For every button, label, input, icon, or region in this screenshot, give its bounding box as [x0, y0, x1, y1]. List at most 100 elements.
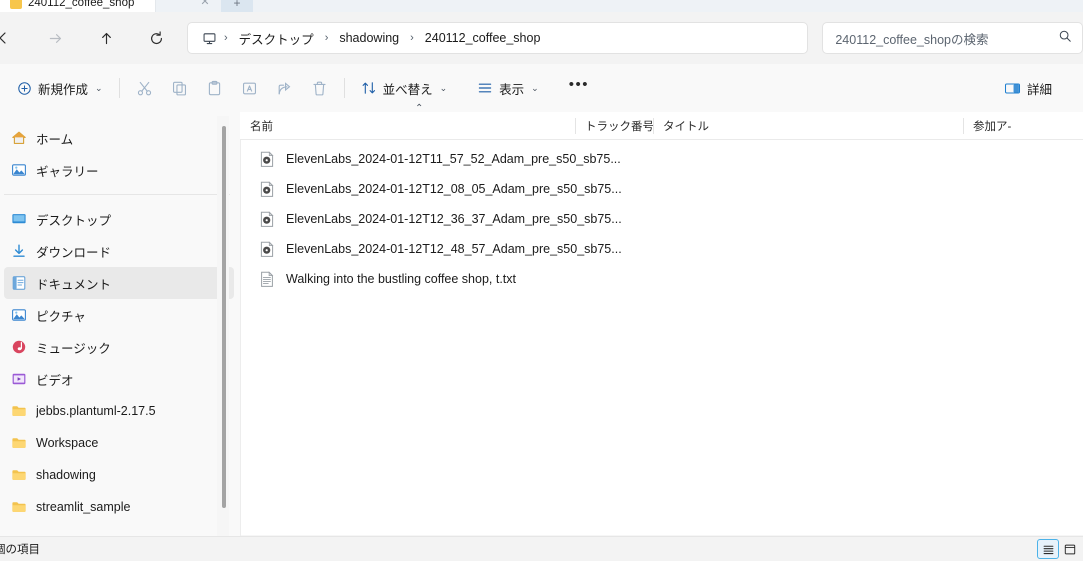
audio-file-icon: [258, 180, 276, 198]
sidebar-item-desktop[interactable]: デスクトップ: [4, 203, 234, 235]
divider: [118, 78, 120, 98]
item-count-label: 個の項目: [0, 544, 40, 556]
column-header-label: トラック番号: [585, 121, 654, 133]
scissors-icon: [136, 80, 153, 97]
sidebar-divider: [4, 194, 230, 195]
audio-file-icon: [258, 150, 276, 168]
refresh-button[interactable]: [139, 22, 173, 54]
breadcrumb-separator: ›: [324, 32, 329, 44]
audio-file-icon: [258, 240, 276, 258]
sidebar-item-label: ダウンロード: [36, 245, 112, 260]
table-row[interactable]: ElevenLabs_2024-01-12T12_36_37_Adam_pre_…: [246, 204, 1077, 234]
details-pane-label: 詳細: [1026, 82, 1052, 97]
details-view-button[interactable]: [1037, 539, 1059, 559]
more-options-button[interactable]: •••: [560, 72, 598, 104]
file-list-pane: 名前 ⌃ トラック番号 タイトル 参加ア- ElevenLabs_2024-01…: [240, 103, 1083, 561]
column-header-label: タイトル: [663, 121, 709, 133]
sidebar-item-workspace[interactable]: Workspace: [4, 427, 234, 459]
sidebar-item-label: デスクトップ: [36, 213, 112, 228]
column-header-contributing-artists[interactable]: 参加ア-: [963, 113, 1083, 139]
column-header-label: 名前: [250, 121, 273, 133]
sidebar-scrollbar-thumb[interactable]: [222, 126, 226, 508]
status-bar: 個の項目: [0, 536, 1083, 561]
gallery-icon: [10, 162, 27, 179]
view-button[interactable]: 表示 ⌄: [468, 72, 548, 104]
file-name: Walking into the bustling coffee shop, t…: [286, 272, 516, 286]
view-list-icon: [477, 80, 493, 96]
details-pane-button[interactable]: 詳細: [995, 72, 1061, 104]
audio-file-icon: [258, 210, 276, 228]
chevron-down-icon: ⌄: [439, 82, 448, 93]
table-row[interactable]: ElevenLabs_2024-01-12T12_48_57_Adam_pre_…: [246, 234, 1077, 264]
sidebar-item-pictures[interactable]: ピクチャ: [4, 299, 234, 331]
file-name: ElevenLabs_2024-01-12T11_57_52_Adam_pre_…: [286, 152, 621, 166]
column-header-title[interactable]: タイトル: [653, 113, 963, 139]
table-row[interactable]: ElevenLabs_2024-01-12T11_57_52_Adam_pre_…: [246, 144, 1077, 174]
details-pane-icon: [1004, 80, 1021, 97]
cut-button[interactable]: [127, 72, 162, 104]
sidebar-item-label: ギャラリー: [36, 164, 99, 179]
table-row[interactable]: Walking into the bustling coffee shop, t…: [246, 264, 1077, 294]
close-tab-icon[interactable]: ✕: [196, 0, 214, 10]
sidebar-item-documents[interactable]: ドキュメント: [4, 267, 234, 299]
desktop-icon: [10, 211, 27, 228]
sidebar-item-label: shadowing: [36, 468, 96, 482]
navigation-pane: ホーム ギャラリー デスクトップ ダウンロード ドキュメント ピクチャ ミュージ…: [0, 112, 240, 561]
file-name: ElevenLabs_2024-01-12T12_36_37_Adam_pre_…: [286, 212, 622, 226]
delete-button[interactable]: [302, 72, 337, 104]
sort-ascending-icon: ⌃: [415, 103, 424, 114]
sidebar-item-label: streamlit_sample: [36, 500, 131, 514]
sidebar-item-label: ビデオ: [36, 373, 74, 388]
rename-button[interactable]: [232, 72, 267, 104]
breadcrumb-item-desktop[interactable]: デスクトップ: [231, 26, 322, 51]
column-header-track-number[interactable]: トラック番号: [575, 113, 654, 139]
copy-button[interactable]: [162, 72, 197, 104]
address-bar[interactable]: › デスクトップ › shadowing › 240112_coffee_sho…: [187, 22, 809, 54]
paste-icon: [206, 80, 223, 97]
search-input[interactable]: 240112_coffee_shopの検索: [822, 22, 1083, 54]
sidebar-item-gallery[interactable]: ギャラリー: [4, 154, 234, 186]
sidebar-item-home[interactable]: ホーム: [4, 122, 234, 154]
command-bar: 新規作成 ⌄ 並べ替え ⌄ 表示 ⌄ ••• 詳細: [0, 64, 1083, 112]
videos-icon: [10, 371, 27, 388]
table-row[interactable]: ElevenLabs_2024-01-12T12_08_05_Adam_pre_…: [246, 174, 1077, 204]
folder-icon: [10, 435, 27, 452]
tab-label: 240112_coffee_shop: [28, 0, 135, 9]
chevron-down-icon: ⌄: [531, 82, 539, 93]
music-icon: [10, 339, 27, 356]
sort-button[interactable]: 並べ替え ⌄: [352, 72, 457, 104]
sidebar-item-shadowing[interactable]: shadowing: [4, 459, 234, 491]
breadcrumb-item-current-folder[interactable]: 240112_coffee_shop: [417, 28, 549, 48]
column-header-label: 参加ア-: [973, 121, 1012, 133]
share-button[interactable]: [267, 72, 302, 104]
breadcrumb-separator: ›: [410, 32, 414, 44]
new-button[interactable]: 新規作成 ⌄: [8, 72, 112, 104]
search-icon: [1058, 29, 1072, 48]
tab-240112-coffee-shop[interactable]: 240112_coffee_shop: [0, 0, 155, 12]
new-tab-button[interactable]: +: [221, 0, 253, 12]
forward-button[interactable]: [38, 22, 72, 54]
file-explorer-window: 240112_coffee_shop ✕ + › デスクトップ › shadow…: [0, 0, 1083, 561]
breadcrumb-item-shadowing[interactable]: shadowing: [331, 28, 407, 48]
file-rows: ElevenLabs_2024-01-12T11_57_52_Adam_pre_…: [240, 140, 1083, 294]
sidebar-item-downloads[interactable]: ダウンロード: [4, 235, 234, 267]
back-button[interactable]: [0, 22, 20, 54]
sidebar-item-label: jebbs.plantuml-2.17.5: [36, 404, 156, 418]
sidebar-item-label: ホーム: [36, 132, 74, 147]
this-pc-icon[interactable]: [198, 31, 221, 46]
sidebar-item-music[interactable]: ミュージック: [4, 331, 234, 363]
sidebar-item-streamlit-sample[interactable]: streamlit_sample: [4, 491, 234, 523]
home-icon: [10, 130, 27, 147]
folder-icon: [10, 403, 27, 420]
sidebar-item-jebbs-plantuml[interactable]: jebbs.plantuml-2.17.5: [4, 395, 234, 427]
text-file-icon: [258, 270, 276, 288]
up-button[interactable]: [89, 22, 123, 54]
copy-icon: [171, 80, 188, 97]
large-icons-view-button[interactable]: [1063, 539, 1077, 559]
breadcrumb-separator: ›: [224, 32, 228, 44]
paste-button[interactable]: [197, 72, 232, 104]
new-button-label: 新規作成: [38, 82, 89, 97]
column-header-name[interactable]: 名前 ⌃: [240, 103, 575, 139]
sidebar-item-videos[interactable]: ビデオ: [4, 363, 234, 395]
sort-button-label: 並べ替え: [382, 82, 433, 97]
